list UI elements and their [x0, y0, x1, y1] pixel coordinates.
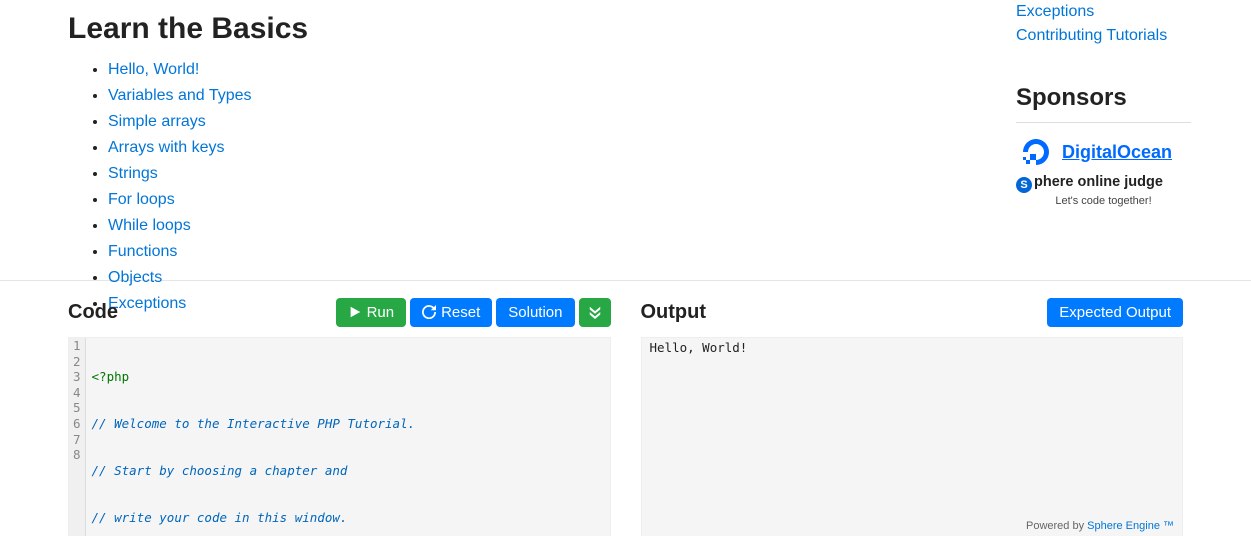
link-for-loops[interactable]: For loops [108, 191, 175, 208]
chevron-double-down-icon [588, 305, 602, 319]
output-area: Hello, World! Powered by Sphere Engine ™ [641, 337, 1184, 536]
code-panel-title: Code [68, 301, 118, 324]
link-objects[interactable]: Objects [108, 269, 162, 286]
line-gutter: 1 2 3 4 5 6 7 8 [69, 338, 86, 536]
basics-list: Hello, World! Variables and Types Simple… [68, 58, 1016, 316]
sponsor-sphere-online-judge[interactable]: Sphere online judge Let's code together! [1016, 175, 1191, 207]
refresh-icon [422, 305, 436, 319]
expected-output-button[interactable]: Expected Output [1047, 298, 1183, 327]
link-functions[interactable]: Functions [108, 243, 177, 260]
powered-by: Powered by Sphere Engine ™ [1026, 520, 1174, 532]
soj-s-icon: S [1016, 177, 1032, 193]
reset-button[interactable]: Reset [410, 298, 492, 327]
solution-label: Solution [508, 304, 562, 321]
run-button[interactable]: Run [336, 298, 407, 327]
link-variables-types[interactable]: Variables and Types [108, 87, 252, 104]
reset-label: Reset [441, 304, 480, 321]
expected-output-label: Expected Output [1059, 304, 1171, 321]
side-link-exceptions[interactable]: Exceptions [1016, 0, 1191, 24]
soj-title: phere online judge [1034, 174, 1163, 190]
run-label: Run [367, 304, 395, 321]
soj-tagline: Let's code together! [1016, 195, 1191, 207]
sponsor-digitalocean[interactable]: DigitalOcean [1016, 139, 1191, 165]
link-arrays-keys[interactable]: Arrays with keys [108, 139, 224, 156]
side-link-contributing[interactable]: Contributing Tutorials [1016, 24, 1191, 48]
link-strings[interactable]: Strings [108, 165, 158, 182]
sphere-engine-link[interactable]: Sphere Engine ™ [1087, 520, 1174, 532]
digitalocean-icon [1016, 139, 1056, 165]
solution-button[interactable]: Solution [496, 298, 574, 327]
output-panel-title: Output [641, 301, 707, 324]
page-heading: Learn the Basics [68, 12, 1016, 46]
link-simple-arrays[interactable]: Simple arrays [108, 113, 206, 130]
link-hello-world[interactable]: Hello, World! [108, 61, 199, 78]
link-while-loops[interactable]: While loops [108, 217, 191, 234]
play-icon [348, 305, 362, 319]
sponsor-digitalocean-label: DigitalOcean [1062, 142, 1172, 163]
output-text: Hello, World! [650, 340, 748, 355]
code-editor[interactable]: 1 2 3 4 5 6 7 8 <?php // Welcome to the … [68, 337, 611, 536]
collapse-button[interactable] [579, 298, 611, 327]
code-lines: <?php // Welcome to the Interactive PHP … [86, 338, 422, 536]
sponsors-heading: Sponsors [1016, 84, 1191, 123]
